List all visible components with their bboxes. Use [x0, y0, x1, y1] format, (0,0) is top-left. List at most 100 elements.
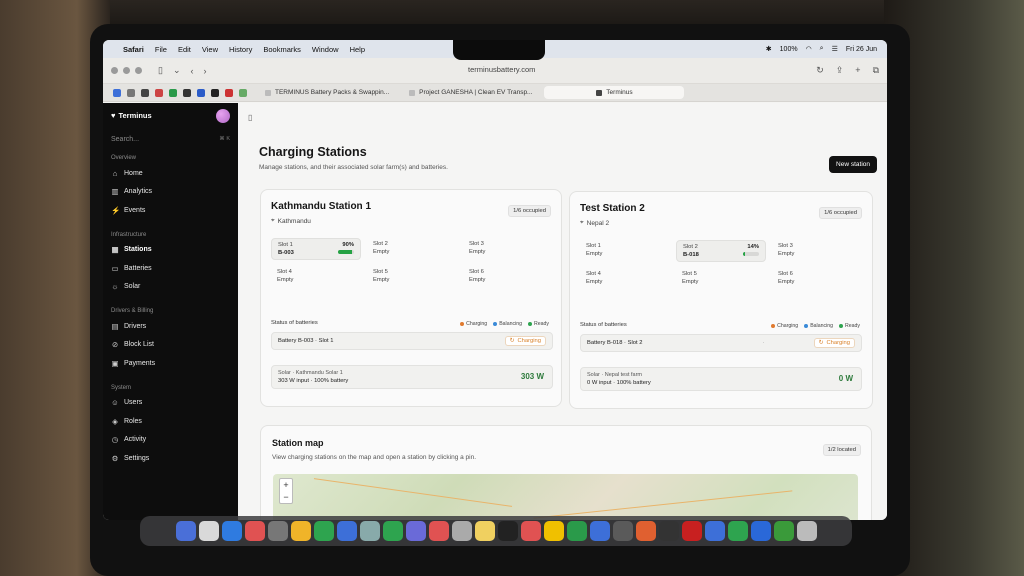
favorite-icon[interactable]	[197, 88, 205, 97]
sidebar-item-settings[interactable]: ⚙ Settings	[111, 449, 230, 468]
battery-status-row[interactable]: Battery B-018 · Slot 2 · ↻ Charging	[580, 334, 862, 352]
solar-farm-row[interactable]: Solar · Nepal test farm 0 W input · 100%…	[580, 367, 862, 391]
battery-slot[interactable]: Slot 1 B-003 90%	[271, 238, 361, 260]
dock-app-icon[interactable]	[290, 521, 311, 541]
sidebar-item-home[interactable]: ⌂ Home	[111, 164, 230, 183]
menu-file[interactable]: File	[155, 45, 167, 54]
sidebar-item-users[interactable]: ☺ Users	[111, 394, 230, 413]
battery-slot[interactable]: Slot 4 Empty	[580, 268, 670, 290]
battery-slot[interactable]: Slot 2 Empty	[367, 238, 457, 260]
dock-app-icon[interactable]	[175, 521, 196, 541]
dock-app-icon[interactable]	[405, 521, 426, 541]
dock-app-icon[interactable]	[382, 521, 403, 541]
menu-window[interactable]: Window	[312, 45, 339, 54]
search-icon[interactable]: ⌕	[820, 45, 824, 53]
sidebar-item-payments[interactable]: ▣ Payments	[111, 354, 230, 373]
menu-bookmarks[interactable]: Bookmarks	[263, 45, 301, 54]
dock-app-icon[interactable]	[267, 521, 288, 541]
tab-overview-icon[interactable]: ⧉	[873, 65, 879, 76]
dock-app-icon[interactable]	[566, 521, 587, 541]
sidebar-item-stations[interactable]: ▦ Stations	[111, 241, 230, 260]
favorite-icon[interactable]	[155, 88, 163, 97]
battery-percent[interactable]: 100%	[780, 46, 798, 53]
back-icon[interactable]: ‹	[191, 66, 194, 76]
battery-slot[interactable]: Slot 6 Empty	[463, 266, 553, 288]
dock-app-icon[interactable]	[428, 521, 449, 541]
dock-app-icon[interactable]	[773, 521, 794, 541]
dock-app-icon[interactable]	[336, 521, 357, 541]
search-input[interactable]: Search... ⌘ K	[111, 136, 230, 143]
station-card[interactable]: Kathmandu Station 1 ⌖ Kathmandu 1/6 occu…	[260, 189, 562, 407]
dock-app-icon[interactable]	[474, 521, 495, 541]
solar-farm-row[interactable]: Solar · Kathmandu Solar 1 303 W input · …	[271, 365, 553, 389]
battery-slot[interactable]: Slot 2 B-018 14%	[676, 240, 766, 262]
share-icon[interactable]: ⇪	[836, 65, 844, 76]
dock-app-icon[interactable]	[359, 521, 380, 541]
favorite-icon[interactable]	[113, 88, 121, 97]
menu-help[interactable]: Help	[350, 45, 365, 54]
sidebar-item-roles[interactable]: ◈ Roles	[111, 412, 230, 431]
sidebar-collapse-icon[interactable]: ▯	[248, 113, 252, 122]
dock-app-icon[interactable]	[313, 521, 334, 541]
favorite-icon[interactable]	[225, 88, 233, 97]
control-center-icon[interactable]: ☰	[832, 45, 838, 53]
battery-slot[interactable]: Slot 5 Empty	[676, 268, 766, 290]
sidebar-item-analytics[interactable]: ▥ Analytics	[111, 183, 230, 202]
address-bar[interactable]: terminusbattery.com	[468, 65, 535, 74]
minimize-window-button[interactable]	[123, 67, 130, 74]
battery-slot[interactable]: Slot 3 Empty	[772, 240, 862, 262]
brand-logo[interactable]: ♥ Terminus	[111, 111, 230, 120]
dock-app-icon[interactable]	[451, 521, 472, 541]
favorite-icon[interactable]	[169, 88, 177, 97]
dock-app-icon[interactable]	[244, 521, 265, 541]
station-name[interactable]: Test Station 2	[580, 203, 645, 214]
tab-terminus-battery[interactable]: TERMINUS Battery Packs & Swappin...	[257, 86, 397, 99]
dock-app-icon[interactable]	[704, 521, 725, 541]
menu-app-name[interactable]: Safari	[123, 45, 144, 54]
new-tab-icon[interactable]: +	[855, 65, 860, 76]
battery-slot[interactable]: Slot 1 Empty	[580, 240, 670, 262]
dock-app-icon[interactable]	[727, 521, 748, 541]
battery-status-row[interactable]: Battery B-003 · Slot 1 ↻ Charging	[271, 332, 553, 350]
reload-icon[interactable]: ↻	[816, 65, 824, 76]
dock-app-icon[interactable]	[796, 521, 817, 541]
dock-app-icon[interactable]	[658, 521, 679, 541]
tab-terminus[interactable]: Terminus	[544, 86, 685, 99]
avatar[interactable]	[216, 109, 230, 123]
clock[interactable]: Fri 26 Jun	[846, 46, 877, 53]
sidebar-item-events[interactable]: ⚡ Events	[111, 201, 230, 220]
favorite-icon[interactable]	[141, 88, 149, 97]
new-station-button[interactable]: New station	[829, 156, 877, 173]
sidebar-item-batteries[interactable]: ▭ Batteries	[111, 259, 230, 278]
sidebar-item-activity[interactable]: ◷ Activity	[111, 431, 230, 450]
station-card[interactable]: Test Station 2 ⌖ Nepal 2 1/6 occupied Sl…	[569, 191, 873, 409]
favorite-icon[interactable]	[183, 88, 191, 97]
chevron-down-icon[interactable]: ⌄	[173, 65, 181, 76]
dock-app-icon[interactable]	[612, 521, 633, 541]
dock-app-icon[interactable]	[635, 521, 656, 541]
sidebar-item-solar[interactable]: ☼ Solar	[111, 278, 230, 297]
dock-app-icon[interactable]	[520, 521, 541, 541]
sidebar-toggle-icon[interactable]: ▯	[158, 65, 163, 76]
bluetooth-icon[interactable]: ✱	[766, 45, 772, 53]
forward-icon[interactable]: ›	[204, 66, 207, 76]
battery-slot[interactable]: Slot 5 Empty	[367, 266, 457, 288]
station-name[interactable]: Kathmandu Station 1	[271, 201, 371, 212]
dock-app-icon[interactable]	[543, 521, 564, 541]
menu-history[interactable]: History	[229, 45, 252, 54]
favorite-icon[interactable]	[127, 88, 135, 97]
wifi-icon[interactable]: ◠	[806, 45, 812, 53]
favorite-icon[interactable]	[211, 88, 219, 97]
dock-app-icon[interactable]	[221, 521, 242, 541]
zoom-in-button[interactable]: +	[280, 479, 292, 491]
close-window-button[interactable]	[111, 67, 118, 74]
dock-app-icon[interactable]	[681, 521, 702, 541]
battery-slot[interactable]: Slot 4 Empty	[271, 266, 361, 288]
dock-app-icon[interactable]	[589, 521, 610, 541]
station-map[interactable]: + −	[273, 474, 858, 520]
battery-slot[interactable]: Slot 6 Empty	[772, 268, 862, 290]
tab-project-ganesha[interactable]: Project GANESHA | Clean EV Transp...	[401, 86, 540, 99]
favorite-icon[interactable]	[239, 88, 247, 97]
menu-edit[interactable]: Edit	[178, 45, 191, 54]
zoom-window-button[interactable]	[135, 67, 142, 74]
